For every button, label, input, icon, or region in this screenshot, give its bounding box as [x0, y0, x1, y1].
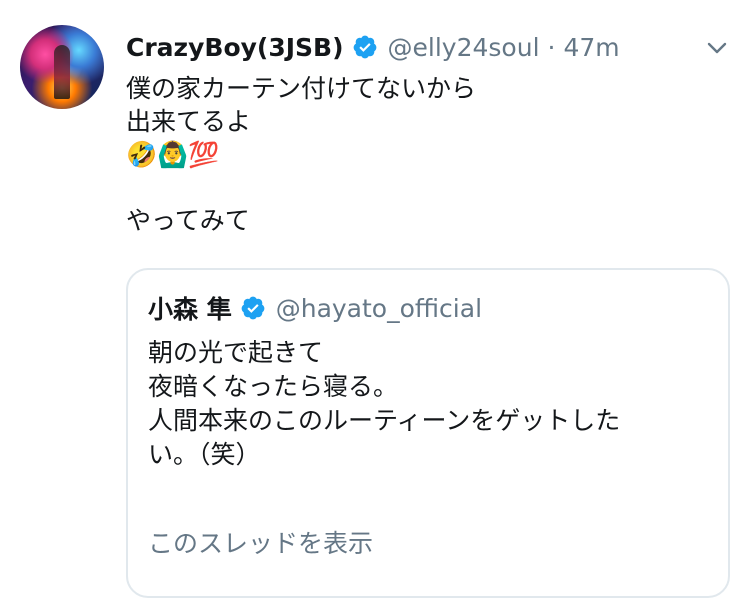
profile-avatar[interactable] — [20, 25, 104, 109]
quoted-tweet-text: 朝の光で起きて 夜暗くなったら寝る。 人間本来のこのルーティーンをゲットした い… — [148, 336, 718, 472]
quoted-text-line: 朝の光で起きて — [148, 338, 324, 367]
quoted-text-line: 夜暗くなったら寝る。 — [148, 372, 399, 401]
tweet-text-line: 出来てるよ — [126, 107, 252, 136]
tweet-text-line: やってみて — [126, 206, 250, 235]
verified-badge-icon — [241, 296, 265, 320]
separator-dot: · — [547, 32, 556, 62]
verified-badge-icon — [353, 35, 376, 59]
show-thread-link[interactable]: このスレッドを表示 — [148, 524, 373, 560]
tweet-header: CrazyBoy(3JSB) @elly24soul · 47m — [126, 27, 620, 67]
quoted-display-name: 小森 隼 — [148, 295, 232, 324]
quoted-tweet-card[interactable]: 小森 隼 @hayato_official 朝の光で起きて 夜暗くなったら寝る。… — [126, 268, 730, 598]
display-name[interactable]: CrazyBoy(3JSB) — [126, 33, 344, 62]
tweet-text: 僕の家カーテン付けてないから 出来てるよ 🤣🙆‍♂️💯 やってみて — [126, 72, 726, 237]
quoted-text-line: い。（笑） — [148, 440, 261, 469]
tweet-text-line: 僕の家カーテン付けてないから — [126, 74, 477, 103]
chevron-down-icon[interactable] — [705, 36, 729, 60]
quoted-text-line: 人間本来のこのルーティーンをゲットした — [148, 406, 621, 435]
handle[interactable]: @elly24soul — [388, 33, 540, 62]
quoted-handle: @hayato_official — [275, 293, 483, 323]
quoted-tweet-header: 小森 隼 @hayato_official — [148, 290, 482, 326]
emoji-line: 🤣🙆‍♂️💯 — [126, 140, 220, 169]
timestamp[interactable]: 47m — [563, 33, 619, 62]
